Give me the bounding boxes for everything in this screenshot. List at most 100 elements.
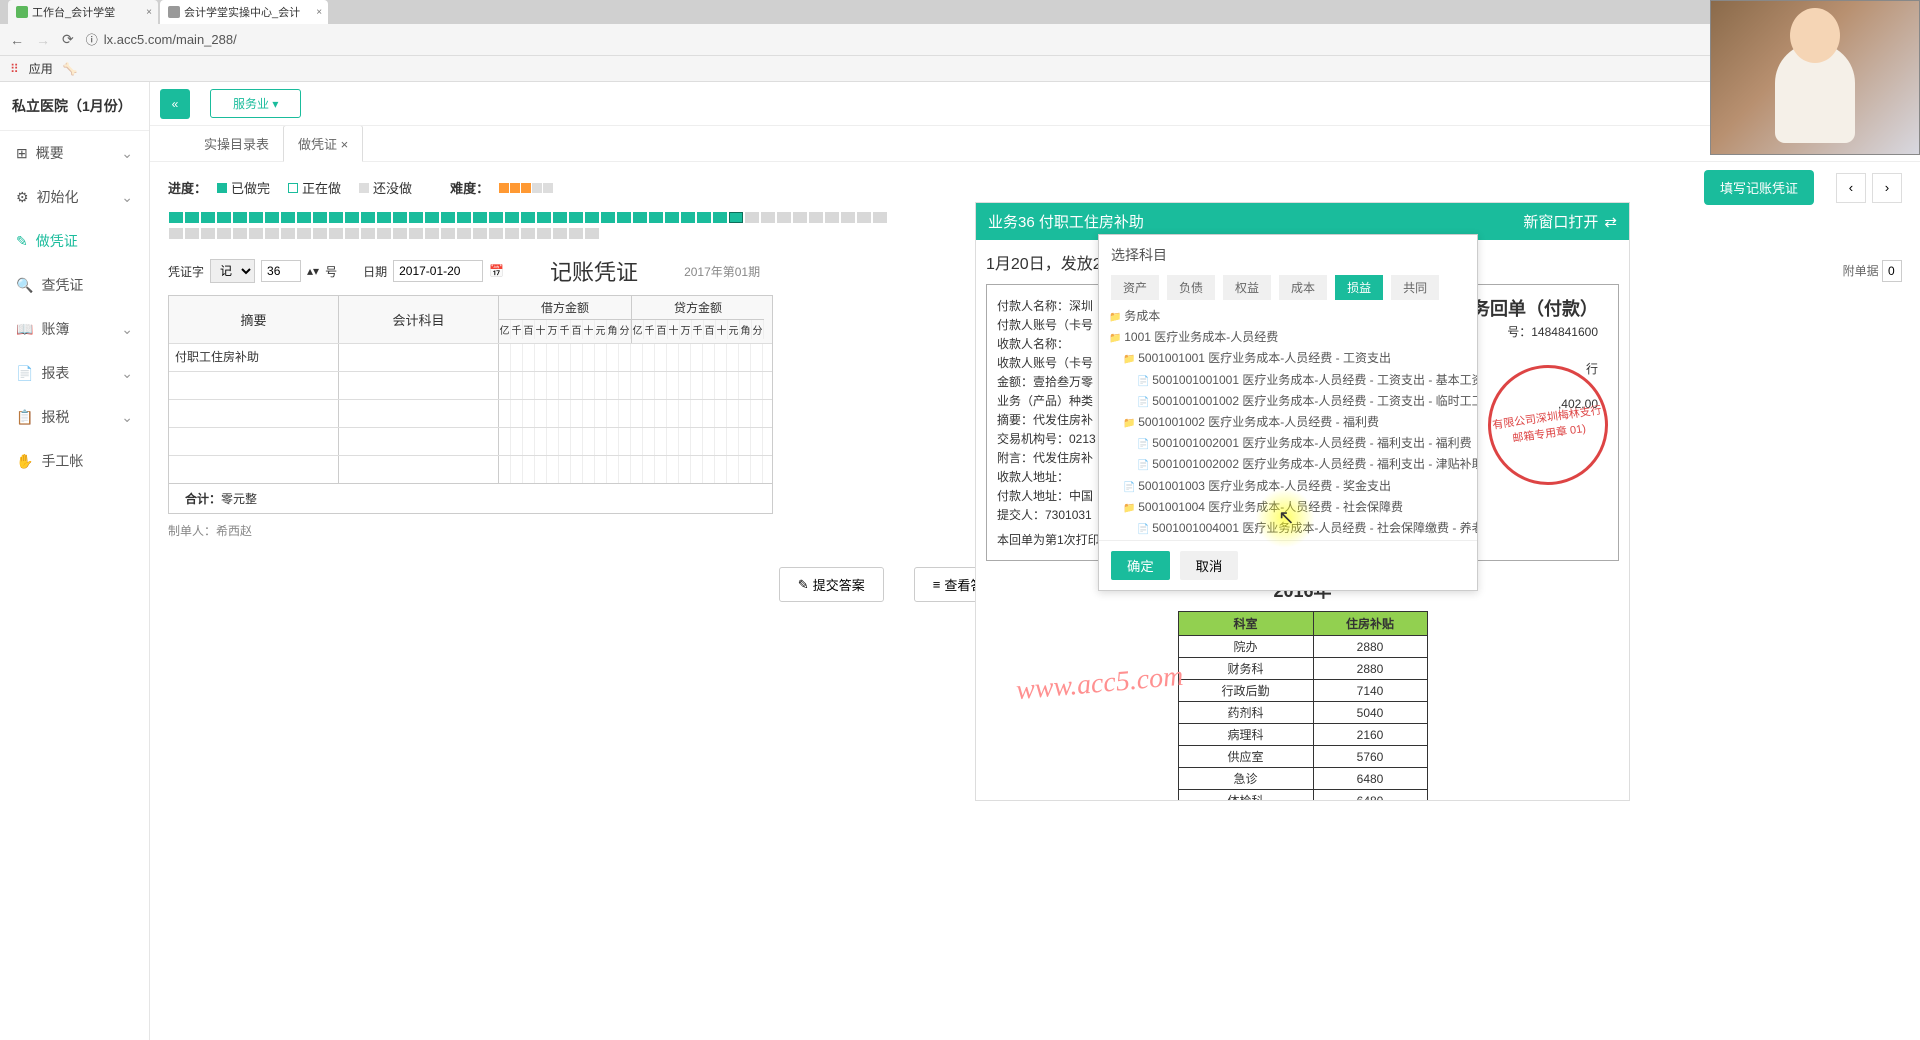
progress-cell[interactable] xyxy=(569,212,583,223)
progress-cell[interactable] xyxy=(649,212,663,223)
sidebar-item[interactable]: ⊞概要⌄ xyxy=(0,131,149,175)
progress-cell[interactable] xyxy=(745,212,759,223)
sidebar-item[interactable]: ⚙初始化⌄ xyxy=(0,175,149,219)
progress-cell[interactable] xyxy=(185,212,199,223)
subject-tab[interactable]: 共同 xyxy=(1391,275,1439,300)
progress-cell[interactable] xyxy=(697,212,711,223)
progress-cell[interactable] xyxy=(281,212,295,223)
progress-cell[interactable] xyxy=(761,212,775,223)
progress-cell[interactable] xyxy=(233,228,247,239)
progress-cell[interactable] xyxy=(265,212,279,223)
sidebar-item[interactable]: 📋报税⌄ xyxy=(0,395,149,439)
progress-cell[interactable] xyxy=(249,228,263,239)
subject-cell[interactable] xyxy=(339,344,499,371)
progress-cell[interactable] xyxy=(505,228,519,239)
progress-cell[interactable] xyxy=(777,212,791,223)
progress-cell[interactable] xyxy=(521,212,535,223)
subject-tab[interactable]: 成本 xyxy=(1279,275,1327,300)
tree-node[interactable]: 1001 医疗业务成本-人员经费 xyxy=(1109,327,1467,348)
voucher-row[interactable] xyxy=(169,455,772,483)
progress-cell[interactable] xyxy=(297,212,311,223)
sidebar-item[interactable]: ✋手工帐 xyxy=(0,439,149,483)
progress-cell[interactable] xyxy=(441,228,455,239)
progress-cell[interactable] xyxy=(233,212,247,223)
progress-cell[interactable] xyxy=(217,228,231,239)
fill-voucher-button[interactable]: 填写记账凭证 xyxy=(1704,170,1814,205)
progress-cell[interactable] xyxy=(553,228,567,239)
subject-tab[interactable]: 权益 xyxy=(1223,275,1271,300)
progress-cell[interactable] xyxy=(201,212,215,223)
progress-cell[interactable] xyxy=(185,228,199,239)
cancel-button[interactable]: 取消 xyxy=(1180,551,1239,580)
progress-cell[interactable] xyxy=(393,212,407,223)
progress-cell[interactable] xyxy=(313,212,327,223)
open-new-window-button[interactable]: 新窗口打开 ⇄ xyxy=(1523,211,1617,232)
progress-cell[interactable] xyxy=(473,228,487,239)
sidebar-item[interactable]: 🔍查凭证 xyxy=(0,263,149,307)
voucher-date-input[interactable] xyxy=(393,260,483,282)
progress-cell[interactable] xyxy=(249,212,263,223)
tree-node[interactable]: 5001001003 医疗业务成本-人员经费 - 奖金支出 xyxy=(1109,476,1467,497)
spinner-icon[interactable]: ▴▾ xyxy=(307,264,319,278)
progress-cell[interactable] xyxy=(169,212,183,223)
tree-node[interactable]: 5001001002 医疗业务成本-人员经费 - 福利费 xyxy=(1109,412,1467,433)
progress-cell[interactable] xyxy=(457,228,471,239)
progress-cell[interactable] xyxy=(201,228,215,239)
progress-cell[interactable] xyxy=(361,212,375,223)
progress-cell[interactable] xyxy=(809,212,823,223)
apps-icon[interactable]: ⠿ xyxy=(10,62,19,76)
reload-icon[interactable]: ⟳ xyxy=(62,31,74,48)
ok-button[interactable]: 确定 xyxy=(1111,551,1170,580)
progress-cell[interactable] xyxy=(681,212,695,223)
progress-cell[interactable] xyxy=(329,212,343,223)
progress-cell[interactable] xyxy=(377,212,391,223)
progress-cell[interactable] xyxy=(553,212,567,223)
tree-node[interactable]: 5001001002002 医疗业务成本-人员经费 - 福利支出 - 津贴补助及… xyxy=(1109,454,1467,475)
progress-cell[interactable] xyxy=(169,228,183,239)
voucher-num-input[interactable] xyxy=(261,260,301,282)
tab-voucher[interactable]: 做凭证 × xyxy=(283,125,363,162)
url-input[interactable]: ⓘ lx.acc5.com/main_288/ xyxy=(86,31,1910,48)
subject-tab[interactable]: 负债 xyxy=(1167,275,1215,300)
progress-cell[interactable] xyxy=(345,228,359,239)
progress-cell[interactable] xyxy=(489,228,503,239)
progress-cell[interactable] xyxy=(537,228,551,239)
progress-cell[interactable] xyxy=(729,212,743,223)
summary-cell[interactable]: 付职工住房补助 xyxy=(169,344,339,371)
tree-node[interactable]: 5001001001001 医疗业务成本-人员经费 - 工资支出 - 基本工资 xyxy=(1109,370,1467,391)
progress-cell[interactable] xyxy=(857,212,871,223)
tree-node[interactable]: 5001001004002 医疗业务成本-人员经费 - 社会保障缴费 - 医疗保… xyxy=(1109,539,1467,540)
progress-cell[interactable] xyxy=(537,212,551,223)
progress-cell[interactable] xyxy=(377,228,391,239)
progress-cell[interactable] xyxy=(409,228,423,239)
progress-cell[interactable] xyxy=(825,212,839,223)
calendar-icon[interactable]: 📅 xyxy=(489,264,504,278)
next-button[interactable]: › xyxy=(1872,173,1902,203)
voucher-row[interactable]: 付职工住房补助 xyxy=(169,343,772,371)
subject-tab[interactable]: 资产 xyxy=(1111,275,1159,300)
tree-node[interactable]: 5001001002001 医疗业务成本-人员经费 - 福利支出 - 福利费 xyxy=(1109,433,1467,454)
tree-node[interactable]: 5001001001 医疗业务成本-人员经费 - 工资支出 xyxy=(1109,348,1467,369)
forward-icon[interactable]: → xyxy=(36,32,50,48)
tree-node[interactable]: 5001001001002 医疗业务成本-人员经费 - 工资支出 - 临时工工资 xyxy=(1109,391,1467,412)
progress-cell[interactable] xyxy=(297,228,311,239)
back-icon[interactable]: ← xyxy=(10,32,24,48)
prev-button[interactable]: ‹ xyxy=(1836,173,1866,203)
voucher-row[interactable] xyxy=(169,371,772,399)
tree-node[interactable]: 5001001004 医疗业务成本-人员经费 - 社会保障费 xyxy=(1109,497,1467,518)
progress-cell[interactable] xyxy=(601,212,615,223)
progress-cell[interactable] xyxy=(361,228,375,239)
progress-cell[interactable] xyxy=(345,212,359,223)
progress-cell[interactable] xyxy=(329,228,343,239)
progress-cell[interactable] xyxy=(617,212,631,223)
progress-cell[interactable] xyxy=(633,212,647,223)
close-icon[interactable]: × xyxy=(146,7,152,18)
progress-cell[interactable] xyxy=(313,228,327,239)
browser-tab-1[interactable]: 工作台_会计学堂 × xyxy=(8,0,158,24)
sidebar-item[interactable]: 📖账簿⌄ xyxy=(0,307,149,351)
progress-cell[interactable] xyxy=(393,228,407,239)
progress-cell[interactable] xyxy=(489,212,503,223)
progress-cell[interactable] xyxy=(281,228,295,239)
progress-cell[interactable] xyxy=(569,228,583,239)
attachment-count-input[interactable] xyxy=(1882,260,1902,282)
